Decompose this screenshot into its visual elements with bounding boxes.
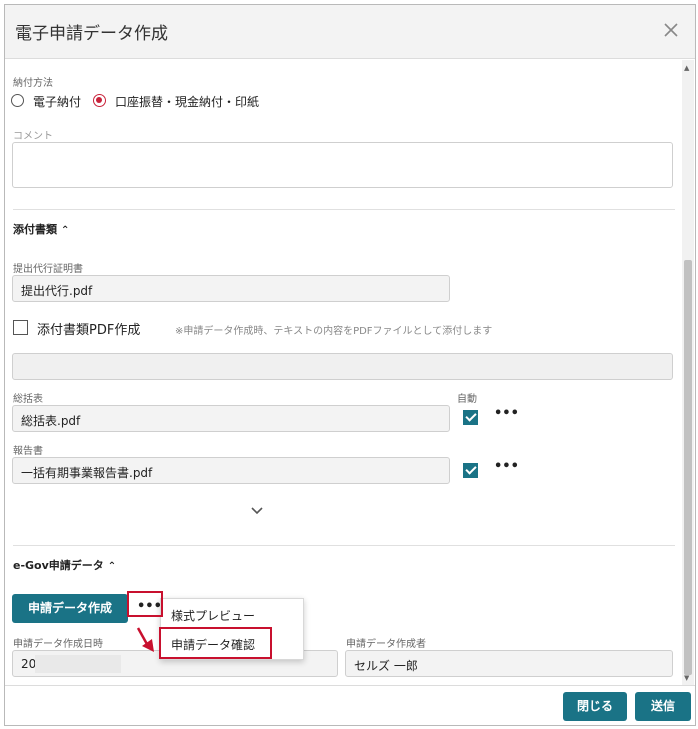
- radio-account-transfer[interactable]: [93, 94, 106, 107]
- creator-value: セルズ 一郎: [354, 659, 418, 673]
- scroll-down-icon[interactable]: ▼: [684, 674, 689, 682]
- report-field[interactable]: 一括有期事業報告書.pdf: [12, 457, 450, 484]
- close-icon[interactable]: [661, 20, 681, 40]
- proxy-cert-filename: 提出代行.pdf: [21, 284, 93, 298]
- chevron-down-icon[interactable]: [250, 501, 264, 520]
- creator-field: セルズ 一郎: [345, 650, 673, 677]
- payment-method-label: 納付方法: [13, 78, 53, 89]
- comment-label: コメント: [13, 131, 53, 142]
- attachments-section-header[interactable]: 添付書類 ⌃: [13, 221, 69, 237]
- report-label: 報告書: [13, 446, 43, 457]
- highlight-more-button: [127, 591, 163, 617]
- attachments-section-title: 添付書類: [13, 223, 57, 236]
- pdf-text-field[interactable]: [12, 353, 673, 380]
- pdf-create-label: 添付書類PDF作成: [37, 323, 141, 338]
- proxy-cert-label: 提出代行証明書: [13, 264, 83, 275]
- summary-more-icon[interactable]: •••: [494, 406, 519, 421]
- close-button[interactable]: 閉じる: [563, 692, 627, 721]
- redacted-area: [35, 655, 121, 673]
- divider: [13, 545, 675, 546]
- summary-label: 総括表: [13, 394, 43, 405]
- created-at-value: 20: [21, 657, 37, 671]
- summary-auto-checkbox[interactable]: [463, 410, 478, 425]
- summary-filename: 総括表.pdf: [21, 414, 81, 428]
- radio-account-transfer-label: 口座振替・現金納付・印紙: [115, 95, 260, 109]
- pdf-create-note: ※申請データ作成時、テキストの内容をPDFファイルとして添付します: [175, 326, 493, 337]
- scrollbar-thumb[interactable]: [684, 260, 692, 675]
- create-application-data-button[interactable]: 申請データ作成: [12, 594, 128, 623]
- scrollbar[interactable]: ▲ ▼: [682, 60, 694, 685]
- report-auto-checkbox[interactable]: [463, 463, 478, 478]
- radio-electronic-payment[interactable]: [11, 94, 24, 107]
- report-filename: 一括有期事業報告書.pdf: [21, 466, 153, 480]
- proxy-cert-field[interactable]: 提出代行.pdf: [12, 275, 450, 302]
- chevron-up-icon: ⌃: [61, 225, 70, 236]
- dialog: 電子申請データ作成 納付方法 電子納付 口座振替・現金納付・印紙 コメント 添付…: [4, 4, 696, 726]
- creator-label: 申請データ作成者: [346, 639, 426, 650]
- chevron-up-icon: ⌃: [107, 561, 117, 572]
- dialog-body: 納付方法 電子納付 口座振替・現金納付・印紙 コメント 添付書類 ⌃ 提出代行証明…: [5, 60, 695, 685]
- summary-field[interactable]: 総括表.pdf: [12, 405, 450, 432]
- pdf-create-checkbox[interactable]: [13, 320, 28, 335]
- highlight-confirm-item: [159, 627, 272, 659]
- menu-item-form-preview[interactable]: 様式プレビュー: [171, 607, 255, 624]
- report-more-icon[interactable]: •••: [494, 459, 519, 474]
- dialog-footer: 閉じる 送信: [5, 685, 695, 725]
- egov-section-title: e-Gov申請データ: [13, 559, 104, 572]
- comment-textarea[interactable]: [12, 142, 673, 188]
- divider: [13, 209, 675, 210]
- egov-section-header[interactable]: e-Gov申請データ ⌃: [13, 557, 116, 573]
- dialog-header: 電子申請データ作成: [5, 5, 695, 59]
- red-arrow-icon: [134, 626, 164, 660]
- radio-electronic-payment-label: 電子納付: [33, 95, 82, 109]
- send-button[interactable]: 送信: [635, 692, 691, 721]
- dialog-title: 電子申請データ作成: [15, 24, 168, 44]
- auto-label: 自動: [457, 394, 477, 405]
- created-at-label: 申請データ作成日時: [13, 639, 103, 650]
- scroll-up-icon[interactable]: ▲: [684, 64, 689, 72]
